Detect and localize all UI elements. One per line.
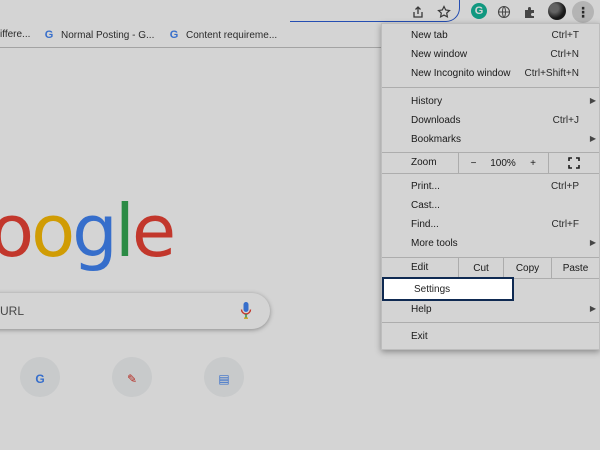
more-icon[interactable]: ⋮ xyxy=(572,1,594,23)
logo-letter: g xyxy=(72,189,118,273)
menu-shortcut: Ctrl+F xyxy=(551,219,580,230)
shortcut-tile[interactable]: G xyxy=(20,357,60,397)
share-icon[interactable] xyxy=(409,3,427,21)
google-icon: G xyxy=(44,29,54,41)
menu-row-edit: Edit Cut Copy Paste xyxy=(382,258,599,278)
menu-item-more-tools[interactable]: More tools ▶ xyxy=(382,235,599,254)
menu-item-find[interactable]: Find... Ctrl+F xyxy=(382,216,599,235)
globe-icon[interactable] xyxy=(495,3,513,21)
google-icon: G xyxy=(35,372,45,386)
submenu-arrow-icon: ▶ xyxy=(589,304,596,313)
menu-item-new-tab[interactable]: New tab Ctrl+T xyxy=(382,27,599,46)
bookmark-item[interactable]: iffere... xyxy=(0,29,30,40)
menu-label: History xyxy=(411,96,443,107)
browser-toolbar: G ⋮ xyxy=(0,0,600,24)
bookmark-label: iffere... xyxy=(0,29,31,40)
docs-icon: ▤ xyxy=(218,372,230,386)
menu-divider xyxy=(382,322,599,323)
menu-label: Find... xyxy=(411,219,439,230)
menu-item-new-incognito[interactable]: New Incognito window Ctrl+Shift+N xyxy=(382,65,599,84)
bookmark-item[interactable]: G Content requireme... xyxy=(168,29,277,41)
submenu-arrow-icon: ▶ xyxy=(589,134,596,143)
menu-divider xyxy=(382,173,599,174)
paste-label: Paste xyxy=(562,262,589,274)
grammarly-letter: G xyxy=(474,5,484,17)
menu-shortcut: Ctrl+N xyxy=(550,49,579,60)
menu-label: New window xyxy=(411,49,468,60)
zoom-out-button[interactable]: − xyxy=(458,153,488,173)
menu-shortcut: Ctrl+T xyxy=(551,30,580,41)
menu-item-help[interactable]: Help ▶ xyxy=(382,301,599,320)
cut-button[interactable]: Cut xyxy=(458,258,503,278)
menu-shortcut: Ctrl+Shift+N xyxy=(524,68,579,79)
menu-label: Bookmarks xyxy=(411,134,462,145)
logo-letter: o xyxy=(31,189,75,273)
menu-item-exit[interactable]: Exit xyxy=(382,328,599,347)
copy-button[interactable]: Copy xyxy=(503,258,551,278)
bookmark-label: Normal Posting - G... xyxy=(61,29,155,41)
menu-item-print[interactable]: Print... Ctrl+P xyxy=(382,178,599,197)
fullscreen-icon xyxy=(568,157,580,169)
menu-item-bookmarks[interactable]: Bookmarks ▶ xyxy=(382,131,599,150)
logo-letter: o xyxy=(0,189,34,273)
menu-item-history[interactable]: History ▶ xyxy=(382,93,599,112)
mic-icon[interactable] xyxy=(240,301,252,321)
star-icon[interactable] xyxy=(435,3,453,21)
menu-label: Exit xyxy=(411,331,428,342)
menu-item-downloads[interactable]: Downloads Ctrl+J xyxy=(382,112,599,131)
menu-label: Downloads xyxy=(411,115,461,126)
submenu-arrow-icon: ▶ xyxy=(589,238,596,247)
zoom-level: 100% xyxy=(488,153,518,173)
menu-item-cast[interactable]: Cast... xyxy=(382,197,599,216)
menu-label: Zoom xyxy=(411,157,437,168)
menu-item-settings[interactable]: Settings xyxy=(382,277,514,301)
zoom-in-button[interactable]: + xyxy=(518,153,548,173)
cut-label: Cut xyxy=(473,262,489,274)
extensions-icon[interactable] xyxy=(521,3,539,21)
menu-shortcut: Ctrl+P xyxy=(550,181,579,192)
menu-label: Edit xyxy=(411,262,429,273)
menu-label: Cast... xyxy=(411,200,440,211)
menu-label: New tab xyxy=(411,30,448,41)
bookmark-item[interactable]: G Normal Posting - G... xyxy=(43,29,155,41)
logo-letter: l xyxy=(114,189,135,273)
menu-label: Print... xyxy=(411,181,440,192)
submenu-arrow-icon: ▶ xyxy=(589,96,596,105)
logo-letter: e xyxy=(131,189,176,273)
copy-label: Copy xyxy=(515,262,540,274)
zoom-minus-label: − xyxy=(470,157,477,169)
shortcut-tile[interactable]: ✎ xyxy=(112,357,152,397)
menu-divider xyxy=(382,87,599,88)
zoom-value: 100% xyxy=(490,157,516,169)
google-logo: oogle xyxy=(0,195,176,267)
pen-icon: ✎ xyxy=(126,372,138,386)
menu-label: New Incognito window xyxy=(411,68,511,79)
grammarly-icon[interactable]: G xyxy=(471,3,487,19)
shortcut-tile[interactable]: ▤ xyxy=(204,357,244,397)
menu-row-zoom: Zoom − 100% + xyxy=(382,153,599,173)
paste-button[interactable]: Paste xyxy=(551,258,599,278)
more-glyph: ⋮ xyxy=(576,3,590,20)
search-placeholder: URL xyxy=(0,304,25,318)
bookmark-label: Content requireme... xyxy=(186,29,278,41)
avatar[interactable] xyxy=(548,2,566,20)
menu-label: More tools xyxy=(411,238,458,249)
menu-item-new-window[interactable]: New window Ctrl+N xyxy=(382,46,599,65)
menu-shortcut: Ctrl+J xyxy=(552,115,579,126)
fullscreen-button[interactable] xyxy=(548,153,599,173)
google-icon: G xyxy=(169,29,179,41)
menu-label: Help xyxy=(411,304,432,315)
menu-label: Settings xyxy=(414,284,451,295)
zoom-plus-label: + xyxy=(530,157,536,169)
search-box[interactable]: URL xyxy=(0,293,270,329)
